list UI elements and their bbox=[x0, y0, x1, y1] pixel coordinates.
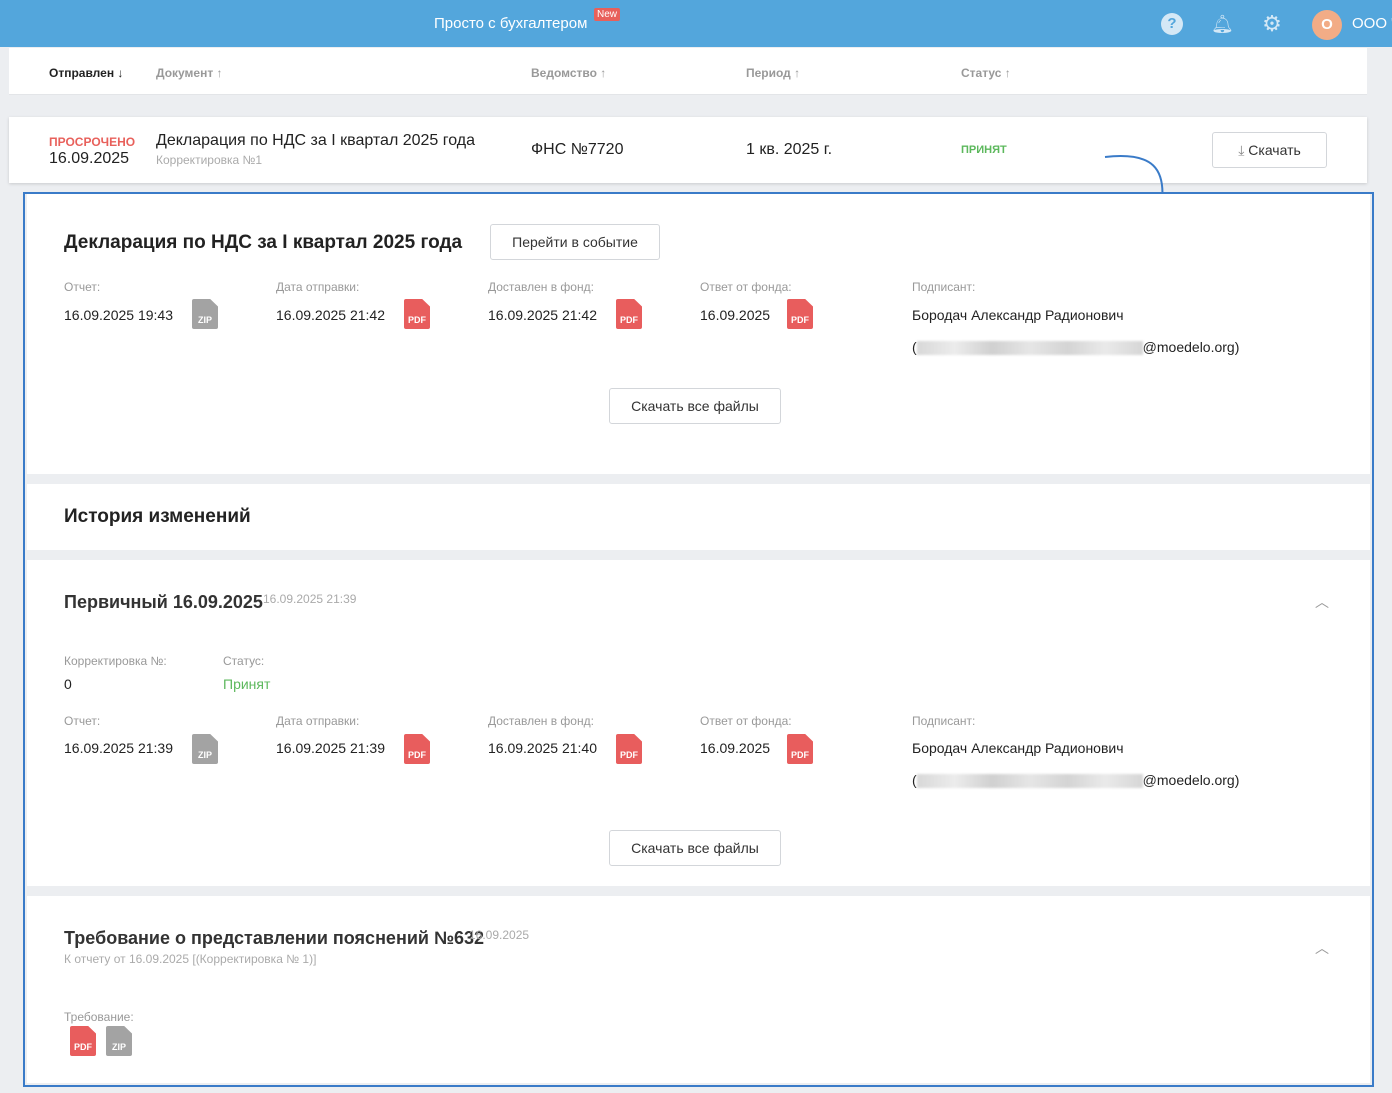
requirement-label: Требование: bbox=[64, 1010, 134, 1024]
history-item-primary: Первичный 16.09.2025 16.09.2025 21:39 ︿ … bbox=[27, 560, 1370, 886]
field-label: Доставлен в фонд: bbox=[488, 280, 594, 294]
signer-name: Бородач Александр Радионович bbox=[912, 740, 1124, 756]
zip-file-icon[interactable]: ZIP bbox=[106, 1026, 132, 1056]
avatar[interactable]: О bbox=[1312, 10, 1342, 40]
pdf-file-icon[interactable]: PDF bbox=[70, 1026, 96, 1056]
bell-icon[interactable]: 🔔︎ bbox=[1211, 13, 1234, 35]
brand-link[interactable]: Просто с бухгалтером bbox=[434, 15, 587, 32]
status-value: Принят bbox=[223, 676, 271, 692]
org-name[interactable]: ООО " bbox=[1352, 15, 1392, 32]
history-item-sub: К отчету от 16.09.2025 [(Корректировка №… bbox=[64, 952, 317, 966]
download-label: Скачать bbox=[1248, 142, 1301, 158]
corr-value: 0 bbox=[64, 676, 72, 692]
document-name: Декларация по НДС за I квартал 2025 года bbox=[156, 132, 476, 149]
signer-label: Подписант: bbox=[912, 714, 976, 728]
signer-name: Бородач Александр Радионович bbox=[912, 307, 1124, 323]
field-value: 16.09.2025 bbox=[700, 740, 771, 756]
field-label: Отчет: bbox=[64, 714, 101, 728]
col-sent[interactable]: Отправлен ↓ bbox=[49, 66, 123, 80]
agency: ФНС №7720 bbox=[531, 141, 624, 158]
history-header: История изменений bbox=[27, 484, 1370, 550]
history-item-time: 16.09.2025 21:39 bbox=[263, 592, 357, 606]
detail-panel: Декларация по НДС за I квартал 2025 года… bbox=[23, 192, 1374, 1087]
signer-email: (@moedelo.org) bbox=[912, 772, 1240, 789]
gear-icon[interactable]: ⚙ bbox=[1261, 13, 1283, 35]
pdf-file-icon[interactable]: PDF bbox=[616, 734, 642, 764]
signer-label: Подписант: bbox=[912, 280, 976, 294]
history-item-title: Требование о представлении пояснений №63… bbox=[64, 928, 485, 948]
sent-date: 16.09.2025 bbox=[49, 150, 130, 167]
download-all-button[interactable]: Скачать все файлы bbox=[609, 830, 781, 866]
pdf-file-icon[interactable]: PDF bbox=[404, 299, 430, 329]
table-header: Отправлен ↓ Документ ↑ Ведомство ↑ Перио… bbox=[9, 48, 1367, 95]
status-label: Статус: bbox=[223, 654, 265, 668]
field-label: Ответ от фонда: bbox=[700, 280, 792, 294]
top-bar bbox=[0, 0, 1392, 47]
period: 1 кв. 2025 г. bbox=[746, 141, 833, 158]
pdf-file-icon[interactable]: PDF bbox=[616, 299, 642, 329]
chevron-up-icon[interactable]: ︿ bbox=[1315, 938, 1329, 958]
field-value: 16.09.2025 bbox=[700, 307, 771, 323]
detail-section: Декларация по НДС за I квартал 2025 года… bbox=[27, 194, 1370, 474]
col-agency[interactable]: Ведомство ↑ bbox=[531, 66, 606, 80]
zip-file-icon[interactable]: ZIP bbox=[192, 734, 218, 764]
field-value: 16.09.2025 21:40 bbox=[488, 740, 597, 756]
new-badge: New bbox=[594, 8, 621, 21]
col-document[interactable]: Документ ↑ bbox=[156, 66, 223, 80]
field-value: 16.09.2025 19:43 bbox=[64, 307, 173, 323]
signer-email: (@moedelo.org) bbox=[912, 339, 1240, 356]
field-label: Отчет: bbox=[64, 280, 101, 294]
field-value: 16.09.2025 21:42 bbox=[488, 307, 597, 323]
field-label: Дата отправки: bbox=[276, 280, 360, 294]
goto-event-button[interactable]: Перейти в событие bbox=[490, 224, 660, 260]
field-label: Дата отправки: bbox=[276, 714, 360, 728]
field-label: Ответ от фонда: bbox=[700, 714, 792, 728]
download-icon: ⤓ bbox=[1238, 142, 1249, 158]
field-value: 16.09.2025 21:39 bbox=[64, 740, 173, 756]
overdue-label: ПРОСРОЧЕНО bbox=[49, 135, 136, 149]
history-item-requirement: Требование о представлении пояснений №63… bbox=[27, 896, 1370, 1083]
history-item-date: 16.09.2025 bbox=[469, 928, 530, 942]
pdf-file-icon[interactable]: PDF bbox=[787, 734, 813, 764]
history-title: История изменений bbox=[64, 506, 251, 527]
field-value: 16.09.2025 21:42 bbox=[276, 307, 385, 323]
chevron-up-icon[interactable]: ︿ bbox=[1315, 592, 1329, 612]
download-button[interactable]: ⤓ Скачать bbox=[1212, 132, 1327, 168]
field-value: 16.09.2025 21:39 bbox=[276, 740, 385, 756]
history-item-title: Первичный 16.09.2025 bbox=[64, 592, 263, 612]
detail-title: Декларация по НДС за I квартал 2025 года bbox=[64, 232, 463, 253]
help-icon[interactable]: ? bbox=[1161, 13, 1183, 35]
zip-file-icon[interactable]: ZIP bbox=[192, 299, 218, 329]
pdf-file-icon[interactable]: PDF bbox=[787, 299, 813, 329]
field-label: Доставлен в фонд: bbox=[488, 714, 594, 728]
pdf-file-icon[interactable]: PDF bbox=[404, 734, 430, 764]
col-period[interactable]: Период ↑ bbox=[746, 66, 800, 80]
status-badge: ПРИНЯТ bbox=[961, 144, 1007, 156]
corr-label: Корректировка №: bbox=[64, 654, 167, 668]
document-sub: Корректировка №1 bbox=[156, 153, 263, 167]
col-status[interactable]: Статус ↑ bbox=[961, 66, 1011, 80]
download-all-button[interactable]: Скачать все файлы bbox=[609, 388, 781, 424]
